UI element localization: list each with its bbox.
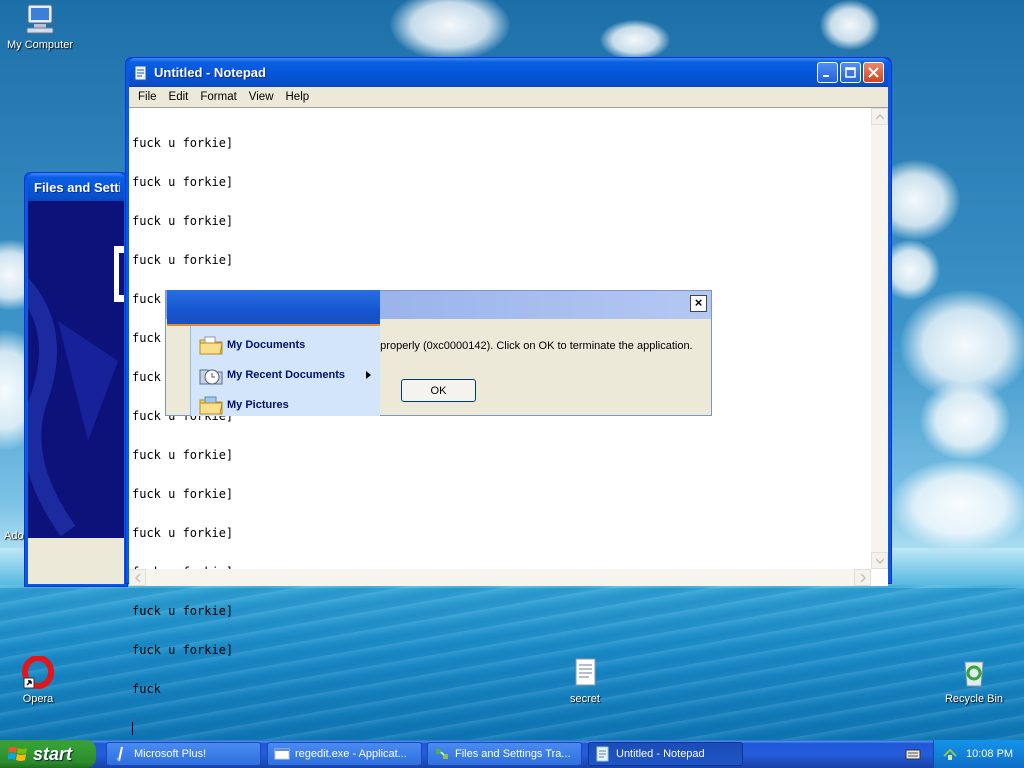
- chevron-right-icon: [859, 573, 866, 582]
- scroll-right-button[interactable]: [854, 569, 871, 586]
- text-cursor: [132, 722, 133, 735]
- folder-documents-icon: [199, 336, 223, 355]
- files-settings-titlebar[interactable]: Files and Settin: [28, 173, 124, 201]
- desktop-icon-label: Ado: [4, 530, 24, 542]
- taskbar-item-label: Microsoft Plus!: [134, 748, 207, 760]
- notepad-titlebar[interactable]: Untitled - Notepad: [129, 58, 888, 87]
- desktop-icon-my-computer[interactable]: My Computer: [0, 2, 80, 51]
- minimize-button[interactable]: [817, 62, 838, 83]
- scroll-down-button[interactable]: [871, 552, 888, 569]
- close-button[interactable]: [863, 62, 884, 83]
- windows-logo-icon: [8, 747, 27, 761]
- desktop-icon-label: secret: [570, 693, 600, 705]
- keyboard-icon[interactable]: [905, 748, 921, 760]
- text-line: fuck u forkie]: [132, 136, 234, 150]
- menu-file[interactable]: File: [132, 91, 163, 103]
- taskbar-item-microsoft-plus[interactable]: Microsoft Plus!: [106, 742, 261, 766]
- start-button[interactable]: start: [0, 740, 96, 768]
- text-line: fuck u forkie]: [132, 487, 234, 501]
- close-icon: [868, 67, 879, 78]
- files-settings-window[interactable]: Files and Settin: [24, 172, 128, 587]
- menu-bar: File Edit Format View Help: [129, 87, 888, 107]
- text-line: fuck u forkie]: [132, 175, 234, 189]
- menu-help[interactable]: Help: [280, 91, 316, 103]
- taskbar: start Microsoft Plus! regedit.exe - Appl…: [0, 740, 1024, 768]
- start-menu-header: [167, 290, 380, 326]
- chevron-left-icon: [134, 573, 141, 582]
- desktop-icon-label: My Computer: [6, 39, 74, 51]
- transfer-wizard-icon: [436, 749, 448, 759]
- start-menu-item-label: My Recent Documents: [227, 369, 345, 381]
- taskbar-item-label: Untitled - Notepad: [616, 748, 705, 760]
- clock[interactable]: 10:08 PM: [966, 748, 1013, 760]
- maximize-button[interactable]: [840, 62, 861, 83]
- desktop-icon-recycle-bin[interactable]: Recycle Bin: [934, 656, 1014, 705]
- start-label: start: [33, 743, 73, 764]
- start-menu-fragment: My Documents My Recent Documents My Pict…: [167, 290, 380, 416]
- window-title: Untitled - Notepad: [154, 65, 266, 80]
- error-message: e properly (0xc0000142). Click on OK to …: [371, 340, 693, 352]
- text-line: fuck u forkie]: [132, 214, 234, 228]
- scroll-left-button[interactable]: [129, 569, 146, 586]
- taskbar-item-label: Files and Settings Tra...: [455, 748, 571, 760]
- submenu-arrow-icon: [366, 371, 371, 379]
- recycle-bin-icon: [964, 661, 984, 687]
- menu-view[interactable]: View: [243, 91, 280, 103]
- maximize-icon: [845, 67, 856, 78]
- start-menu-item-recent-documents[interactable]: My Recent Documents: [199, 362, 377, 388]
- start-menu-item-label: My Documents: [227, 339, 306, 351]
- wizard-body: [28, 201, 124, 584]
- recent-documents-icon: [199, 369, 223, 385]
- text-line: fuck u forkie]: [132, 253, 234, 267]
- taskbar-item-files-settings[interactable]: Files and Settings Tra...: [427, 742, 582, 766]
- app-window-icon: [274, 748, 290, 760]
- wizard-banner-graphic: [28, 201, 124, 584]
- text-line: fuck: [132, 682, 161, 696]
- start-menu-item-my-pictures[interactable]: My Pictures: [199, 392, 289, 418]
- plus-icon: [116, 746, 123, 762]
- vertical-scrollbar[interactable]: [871, 108, 888, 569]
- my-computer-icon: [26, 4, 54, 34]
- text-line: fuck u forkie]: [132, 643, 234, 657]
- desktop-icon-label: Opera: [22, 693, 54, 705]
- notepad-icon: [596, 746, 609, 762]
- chevron-up-icon: [875, 113, 884, 120]
- wizard-footer: [28, 538, 124, 584]
- system-tray: 10:08 PM: [933, 740, 1024, 768]
- notepad-icon: [134, 65, 147, 80]
- menu-edit[interactable]: Edit: [163, 91, 195, 103]
- start-menu-right-panel: My Documents My Recent Documents My Pict…: [190, 326, 380, 416]
- folder-pictures-icon: [199, 396, 223, 415]
- text-line: fuck u forkie]: [132, 604, 234, 618]
- menu-format[interactable]: Format: [194, 91, 242, 103]
- desktop-icon-secret[interactable]: secret: [545, 656, 625, 705]
- text-line: fuck u forkie]: [132, 526, 234, 540]
- minimize-icon: [823, 75, 829, 77]
- scroll-up-button[interactable]: [871, 108, 888, 125]
- chevron-down-icon: [875, 557, 884, 564]
- start-menu-item-my-documents[interactable]: My Documents: [199, 332, 305, 358]
- window-title: Files and Settin: [34, 179, 120, 195]
- desktop-icon-label: Recycle Bin: [944, 693, 1004, 705]
- ok-button[interactable]: OK: [401, 379, 476, 402]
- taskbar-item-notepad[interactable]: Untitled - Notepad: [588, 742, 743, 766]
- taskbar-item-regedit[interactable]: regedit.exe - Applicat...: [267, 742, 422, 766]
- opera-icon: [22, 656, 54, 689]
- taskbar-item-label: regedit.exe - Applicat...: [295, 748, 407, 760]
- text-line: fuck u forkie]: [132, 448, 234, 462]
- editor-text: fuck u forkie] fuck u forkie] fuck u for…: [132, 111, 233, 761]
- network-icon[interactable]: [942, 746, 958, 762]
- start-menu-item-label: My Pictures: [227, 399, 289, 411]
- dialog-close-button[interactable]: ×: [690, 295, 707, 312]
- horizontal-scrollbar[interactable]: [129, 569, 871, 586]
- text-document-icon: [575, 658, 596, 686]
- desktop-icon-opera[interactable]: Opera: [0, 656, 78, 705]
